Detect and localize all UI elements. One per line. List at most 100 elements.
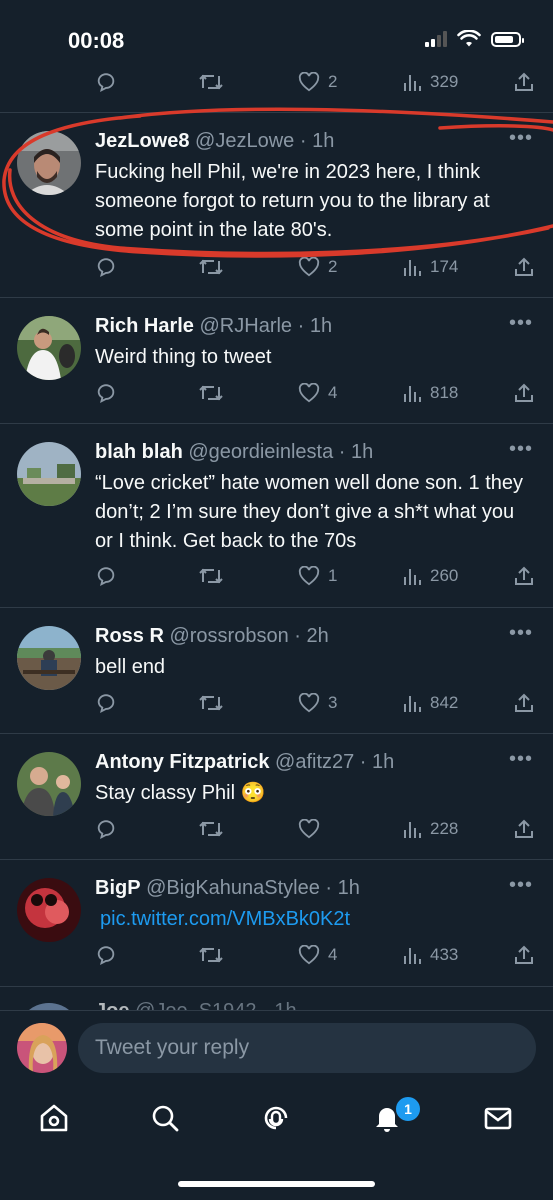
handle[interactable]: @BigKahunaStylee <box>146 877 320 899</box>
display-name[interactable]: Rich Harle <box>95 315 194 337</box>
tweet-partial[interactable]: Joe @Joe_S1942 · 1h <box>0 987 553 1010</box>
tab-search[interactable] <box>148 1101 182 1135</box>
share-button[interactable] <box>513 565 535 587</box>
tweet[interactable]: Rich Harle @RJHarle · 1h ••• Weird thing… <box>0 298 553 423</box>
avatar[interactable] <box>17 316 81 380</box>
more-icon[interactable]: ••• <box>509 312 533 335</box>
view-count: 174 <box>430 257 459 276</box>
tweet-header: JezLowe8 @JezLowe · 1h <box>95 130 335 152</box>
reply-button[interactable] <box>95 818 117 840</box>
tweet-text: Stay classy Phil 😳 <box>95 782 266 804</box>
handle[interactable]: @RJHarle <box>200 315 293 337</box>
reply-button[interactable] <box>95 944 117 966</box>
like-button[interactable]: 4 <box>298 383 337 403</box>
avatar[interactable] <box>17 442 81 506</box>
views-icon <box>404 260 421 276</box>
share-button[interactable] <box>513 71 535 93</box>
tweet[interactable]: Ross R @rossrobson · 2h ••• bell end 3 8… <box>0 608 553 733</box>
views-button[interactable]: 329 <box>402 72 458 92</box>
tweet-text: Fucking hell Phil, we're in 2023 here, I… <box>95 161 490 241</box>
wifi-icon <box>457 30 481 47</box>
retweet-button[interactable] <box>198 818 224 840</box>
handle[interactable]: @Joe_S1942 <box>135 1000 257 1010</box>
more-icon[interactable]: ••• <box>509 748 533 771</box>
tweet[interactable]: JezLowe8 @JezLowe · 1h ••• Fucking hell … <box>0 113 553 297</box>
reply-button[interactable] <box>95 71 117 93</box>
more-icon[interactable]: ••• <box>509 127 533 150</box>
more-icon[interactable]: ••• <box>509 622 533 645</box>
views-button[interactable]: 260 <box>402 566 458 586</box>
avatar[interactable] <box>17 1003 81 1010</box>
retweet-button[interactable] <box>198 256 224 278</box>
tab-spaces[interactable] <box>259 1101 293 1135</box>
tweet[interactable]: blah blah @geordieinlesta · 1h ••• “Love… <box>0 424 553 607</box>
share-icon <box>515 945 533 964</box>
tab-messages[interactable] <box>481 1101 515 1135</box>
views-button[interactable]: 818 <box>402 383 458 403</box>
display-name[interactable]: Ross R <box>95 625 164 647</box>
display-name[interactable]: BigP <box>95 877 141 899</box>
tweet[interactable]: Antony Fitzpatrick @afitz27 · 1h ••• Sta… <box>0 734 553 859</box>
tweet-link[interactable]: pic.twitter.com/VMBxBk0K2t <box>100 905 540 934</box>
tweet-actions: 2 329 <box>95 67 535 97</box>
status-time: 00:08 <box>68 28 125 53</box>
handle[interactable]: @geordieinlesta <box>188 441 333 463</box>
reply-icon <box>97 73 115 92</box>
tweet-text: Weird thing to tweet <box>95 346 272 368</box>
handle[interactable]: @rossrobson <box>169 625 288 647</box>
more-icon[interactable]: ••• <box>509 874 533 897</box>
view-count: 260 <box>430 566 459 585</box>
views-icon <box>404 696 421 712</box>
tweet-actions: 1 260 <box>95 561 535 591</box>
avatar[interactable] <box>17 131 81 195</box>
retweet-button[interactable] <box>198 692 224 714</box>
tweet[interactable]: BigP @BigKahunaStylee · 1h ••• pic.twitt… <box>0 860 553 986</box>
views-button[interactable]: 174 <box>402 257 458 277</box>
like-button[interactable]: 3 <box>298 693 337 713</box>
display-name[interactable]: Antony Fitzpatrick <box>95 751 269 773</box>
reply-button[interactable] <box>95 382 117 404</box>
status-icons <box>425 30 524 48</box>
timestamp: 1h <box>337 877 360 899</box>
retweet-button[interactable] <box>198 71 224 93</box>
tab-home[interactable] <box>37 1101 71 1135</box>
like-button[interactable]: 2 <box>298 257 337 277</box>
retweet-button[interactable] <box>198 382 224 404</box>
like-button[interactable] <box>298 819 328 839</box>
like-button[interactable]: 1 <box>298 566 337 586</box>
avatar[interactable] <box>17 752 81 816</box>
display-name[interactable]: blah blah <box>95 441 183 463</box>
reply-button[interactable] <box>95 256 117 278</box>
handle[interactable]: @afitz27 <box>275 751 354 773</box>
messages-icon <box>484 1107 512 1130</box>
retweet-icon <box>199 695 223 711</box>
share-button[interactable] <box>513 944 535 966</box>
more-icon[interactable]: ••• <box>509 438 533 461</box>
views-button[interactable]: 433 <box>402 945 458 965</box>
display-name[interactable]: JezLowe8 <box>95 130 189 152</box>
handle[interactable]: @JezLowe <box>195 130 294 152</box>
avatar[interactable] <box>17 878 81 942</box>
reply-button[interactable] <box>95 692 117 714</box>
share-button[interactable] <box>513 256 535 278</box>
views-icon <box>404 75 421 91</box>
views-icon <box>404 948 421 964</box>
view-count: 818 <box>430 383 459 402</box>
user-avatar[interactable] <box>17 1023 67 1073</box>
reply-button[interactable] <box>95 565 117 587</box>
like-button[interactable]: 4 <box>298 945 337 965</box>
views-button[interactable]: 842 <box>402 693 458 713</box>
share-button[interactable] <box>513 818 535 840</box>
retweet-button[interactable] <box>198 565 224 587</box>
like-button[interactable]: 2 <box>298 72 337 92</box>
display-name[interactable]: Joe <box>95 1000 129 1010</box>
views-button[interactable]: 228 <box>402 819 458 839</box>
reply-icon <box>97 567 115 586</box>
share-button[interactable] <box>513 382 535 404</box>
share-button[interactable] <box>513 692 535 714</box>
retweet-button[interactable] <box>198 944 224 966</box>
tweet-actions: 4 433 <box>95 940 535 970</box>
reply-input[interactable] <box>78 1023 536 1073</box>
like-icon <box>298 945 320 965</box>
avatar[interactable] <box>17 626 81 690</box>
